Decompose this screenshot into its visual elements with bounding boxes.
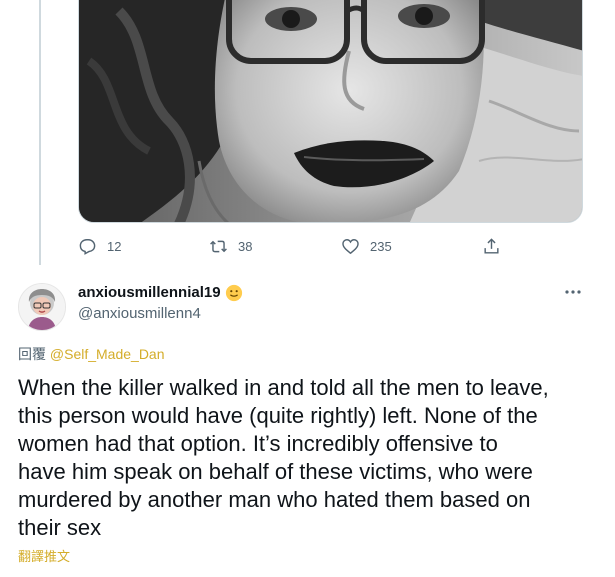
- more-options-button[interactable]: [563, 282, 583, 302]
- user-handle[interactable]: @anxiousmillenn4: [78, 305, 243, 322]
- heart-icon: [342, 238, 359, 254]
- like-count: 235: [370, 238, 392, 254]
- replying-to-mention-link[interactable]: @Self_Made_Dan: [50, 346, 165, 362]
- more-icon: [565, 290, 581, 294]
- share-action[interactable]: [482, 234, 501, 258]
- replying-to-label: 回覆: [18, 346, 46, 362]
- photo-image: [79, 0, 582, 222]
- display-name[interactable]: anxiousmillennial19: [78, 284, 221, 301]
- tweet-photo[interactable]: [78, 0, 583, 223]
- reply-user-info: anxiousmillennial19 @anxiousmillenn4: [78, 283, 243, 322]
- avatar-image: [19, 284, 65, 330]
- slightly-smiling-face-icon: [225, 284, 242, 301]
- avatar[interactable]: [18, 283, 66, 331]
- tweet-text: When the killer walked in and told all t…: [18, 375, 549, 540]
- display-name-row: anxiousmillennial19: [78, 283, 243, 302]
- reply-count: 12: [107, 238, 122, 254]
- share-icon: [484, 237, 499, 254]
- retweet-action[interactable]: 38: [209, 234, 252, 258]
- reply-icon: [79, 238, 96, 255]
- like-action[interactable]: 235: [341, 234, 392, 258]
- translate-tweet-link[interactable]: 翻譯推文: [18, 546, 70, 565]
- replying-to: 回覆 @Self_Made_Dan: [18, 344, 165, 364]
- retweet-icon: [210, 240, 227, 252]
- retweet-count: 38: [238, 238, 253, 254]
- reply-action[interactable]: 12: [78, 234, 121, 258]
- tweet-actions-bar: 12 38 235: [78, 234, 508, 258]
- thread-connector-line: [39, 0, 41, 265]
